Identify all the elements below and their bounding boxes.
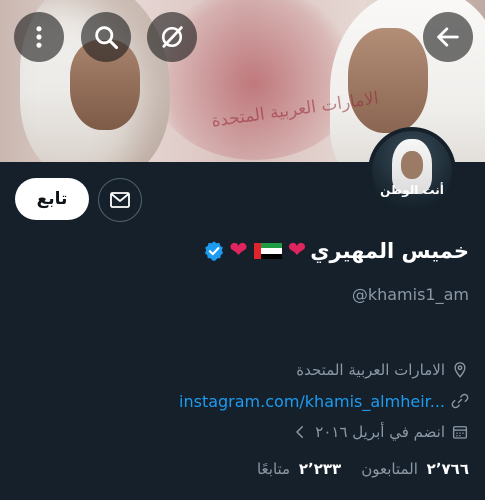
- arrow-right-icon: [437, 27, 459, 47]
- profile-location: الامارات العربية المتحدة: [296, 359, 469, 381]
- chevron-left-icon: [296, 426, 304, 438]
- banner-face-right: [348, 28, 428, 133]
- vertical-dots-icon: [36, 26, 42, 48]
- profile-link-row[interactable]: instagram.com/khamis_almheir...: [179, 390, 469, 412]
- user-handle: @khamis1_am: [351, 285, 469, 304]
- location-text: الامارات العربية المتحدة: [296, 361, 445, 379]
- followers-count: ٢٬٧٦٦: [426, 460, 469, 478]
- display-name: خميس المهيري: [310, 239, 469, 263]
- profile-name-row: ❤ ❤ خميس المهيري: [203, 236, 469, 266]
- followers-label: المتابعون: [361, 460, 418, 478]
- heart-emoji-icon: ❤: [287, 238, 307, 263]
- followers-link[interactable]: ٢٬٧٦٦ المتابعون: [361, 460, 469, 478]
- profile-joined-row[interactable]: انضم في أبريل ٢٠١٦: [291, 421, 469, 443]
- heart-emoji-icon: ❤: [229, 238, 248, 263]
- following-count: ٢٬٢٣٣: [298, 460, 342, 478]
- back-button[interactable]: [423, 12, 473, 62]
- location-pin-icon: [454, 362, 466, 378]
- avatar-face: [401, 151, 423, 179]
- message-button[interactable]: [98, 178, 142, 222]
- follow-button[interactable]: تابع: [15, 178, 89, 220]
- verified-badge-icon: [203, 240, 225, 262]
- avatar-image: أنت الوطن: [372, 131, 452, 211]
- calendar-icon: [452, 426, 468, 439]
- joined-text: انضم في أبريل ٢٠١٦: [315, 423, 445, 441]
- more-options-button[interactable]: [14, 12, 64, 62]
- following-label: متابعًا: [256, 460, 291, 478]
- search-button[interactable]: [81, 12, 131, 62]
- avatar[interactable]: أنت الوطن: [368, 127, 456, 215]
- link-icon: [451, 393, 469, 409]
- envelope-icon: [110, 192, 130, 208]
- profile-stats: ٢٬٧٦٦ المتابعون ٢٬٢٣٣ متابعًا: [257, 460, 469, 478]
- search-icon: [95, 26, 119, 50]
- following-link[interactable]: ٢٬٢٣٣ متابعًا: [257, 460, 341, 478]
- slashed-circle-icon: [161, 26, 183, 48]
- avatar-caption: أنت الوطن: [380, 183, 444, 197]
- profile-link[interactable]: instagram.com/khamis_almheir...: [179, 392, 445, 411]
- uae-flag-icon: [253, 243, 282, 259]
- no-notification-button[interactable]: [147, 12, 197, 62]
